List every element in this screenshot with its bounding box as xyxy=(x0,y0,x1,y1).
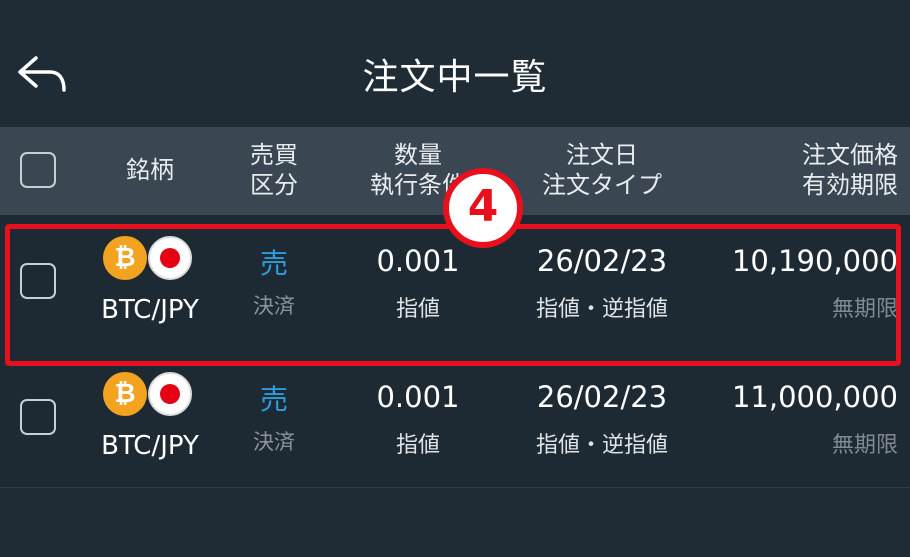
japan-flag-icon xyxy=(148,372,192,416)
condition-value: 指値 xyxy=(395,433,440,458)
col-price-line2: 有効期限 xyxy=(802,171,898,199)
bitcoin-icon: ₿ xyxy=(103,372,147,416)
order-price: 11,000,000 xyxy=(731,380,898,414)
quantity-value: 0.001 xyxy=(376,380,460,414)
col-date-line2: 注文タイプ xyxy=(542,171,662,199)
col-side-line1: 売買 xyxy=(250,141,298,169)
step-number-badge: 4 xyxy=(443,168,523,248)
page-title: 注文中一覧 xyxy=(362,57,548,98)
col-symbol: 銘柄 xyxy=(126,156,174,184)
settlement-label: 決済 xyxy=(253,430,295,454)
order-type: 指値・逆指値 xyxy=(535,433,668,458)
app-header: 注文中一覧 xyxy=(0,0,910,127)
select-all-checkbox[interactable] xyxy=(20,152,56,188)
pair-label: BTC/JPY xyxy=(101,431,199,461)
highlight-frame xyxy=(5,224,901,366)
col-date-line1: 注文日 xyxy=(566,141,638,169)
expiry-value: 無期限 xyxy=(831,433,898,458)
col-side-line2: 区分 xyxy=(250,171,298,199)
order-date: 26/02/23 xyxy=(536,380,668,414)
order-row[interactable]: ₿ BTC/JPY 売 決済 0.001 指値 26/02/23 指値・逆指値 … xyxy=(0,351,910,487)
row-divider xyxy=(0,487,910,488)
side-label: 売 xyxy=(259,383,288,416)
row-checkbox[interactable] xyxy=(20,399,56,435)
col-price-line1: 注文価格 xyxy=(802,141,898,169)
col-qty-line1: 数量 xyxy=(394,141,442,169)
